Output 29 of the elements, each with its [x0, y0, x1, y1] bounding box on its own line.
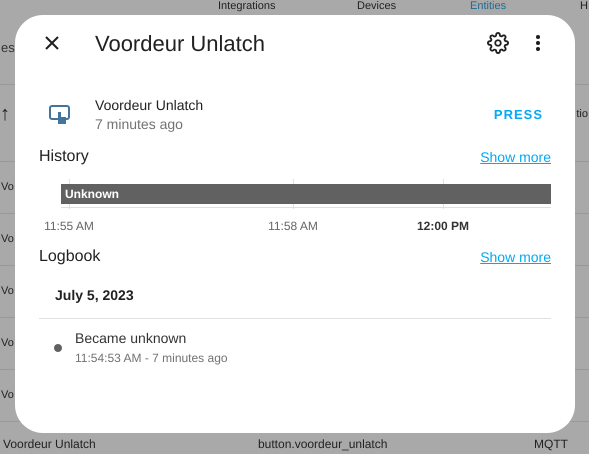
entity-name: Voordeur Unlatch	[95, 96, 204, 114]
section-title: Logbook	[39, 247, 100, 267]
state-label: Unknown	[65, 186, 119, 203]
table-cell: MQTT	[534, 437, 568, 451]
table-cell-text: Voordeur Unlatch	[3, 437, 97, 451]
section-title: History	[39, 147, 89, 167]
log-message: Became unknown	[75, 329, 188, 348]
nav-tab[interactable]: Integrations	[218, 0, 276, 12]
nav-tab[interactable]: Devices	[357, 0, 396, 12]
table-cell-text: Vo	[1, 388, 14, 404]
log-time: 11:54:53 AM - 7 minutes ago	[75, 350, 228, 367]
axis-label: 11:58 AM	[268, 219, 318, 233]
table-cell-text: button.voordeur_unlatch	[258, 437, 388, 451]
axis-label: 11:55 AM	[44, 219, 94, 233]
table-cell-text: Vo	[1, 284, 14, 300]
column-heading: tio	[576, 106, 588, 122]
search-text: es	[1, 39, 15, 58]
nav-tab[interactable]: H	[580, 0, 588, 12]
last-changed-text: 7 minutes ago	[95, 115, 184, 134]
table-cell-text: Vo	[1, 180, 14, 196]
more-options-icon[interactable]	[535, 34, 541, 52]
date-heading: July 5, 2023	[55, 286, 134, 305]
axis-label: 12:00 PM	[416, 219, 470, 233]
table-cell-text: Vo	[1, 232, 14, 248]
sort-arrow[interactable]: ↑	[0, 104, 10, 124]
settings-icon[interactable]	[487, 32, 509, 54]
touch-button-icon	[49, 104, 71, 126]
table-cell-text: Vo	[1, 336, 14, 352]
dialog-title: Voordeur Unlatch	[95, 30, 266, 58]
